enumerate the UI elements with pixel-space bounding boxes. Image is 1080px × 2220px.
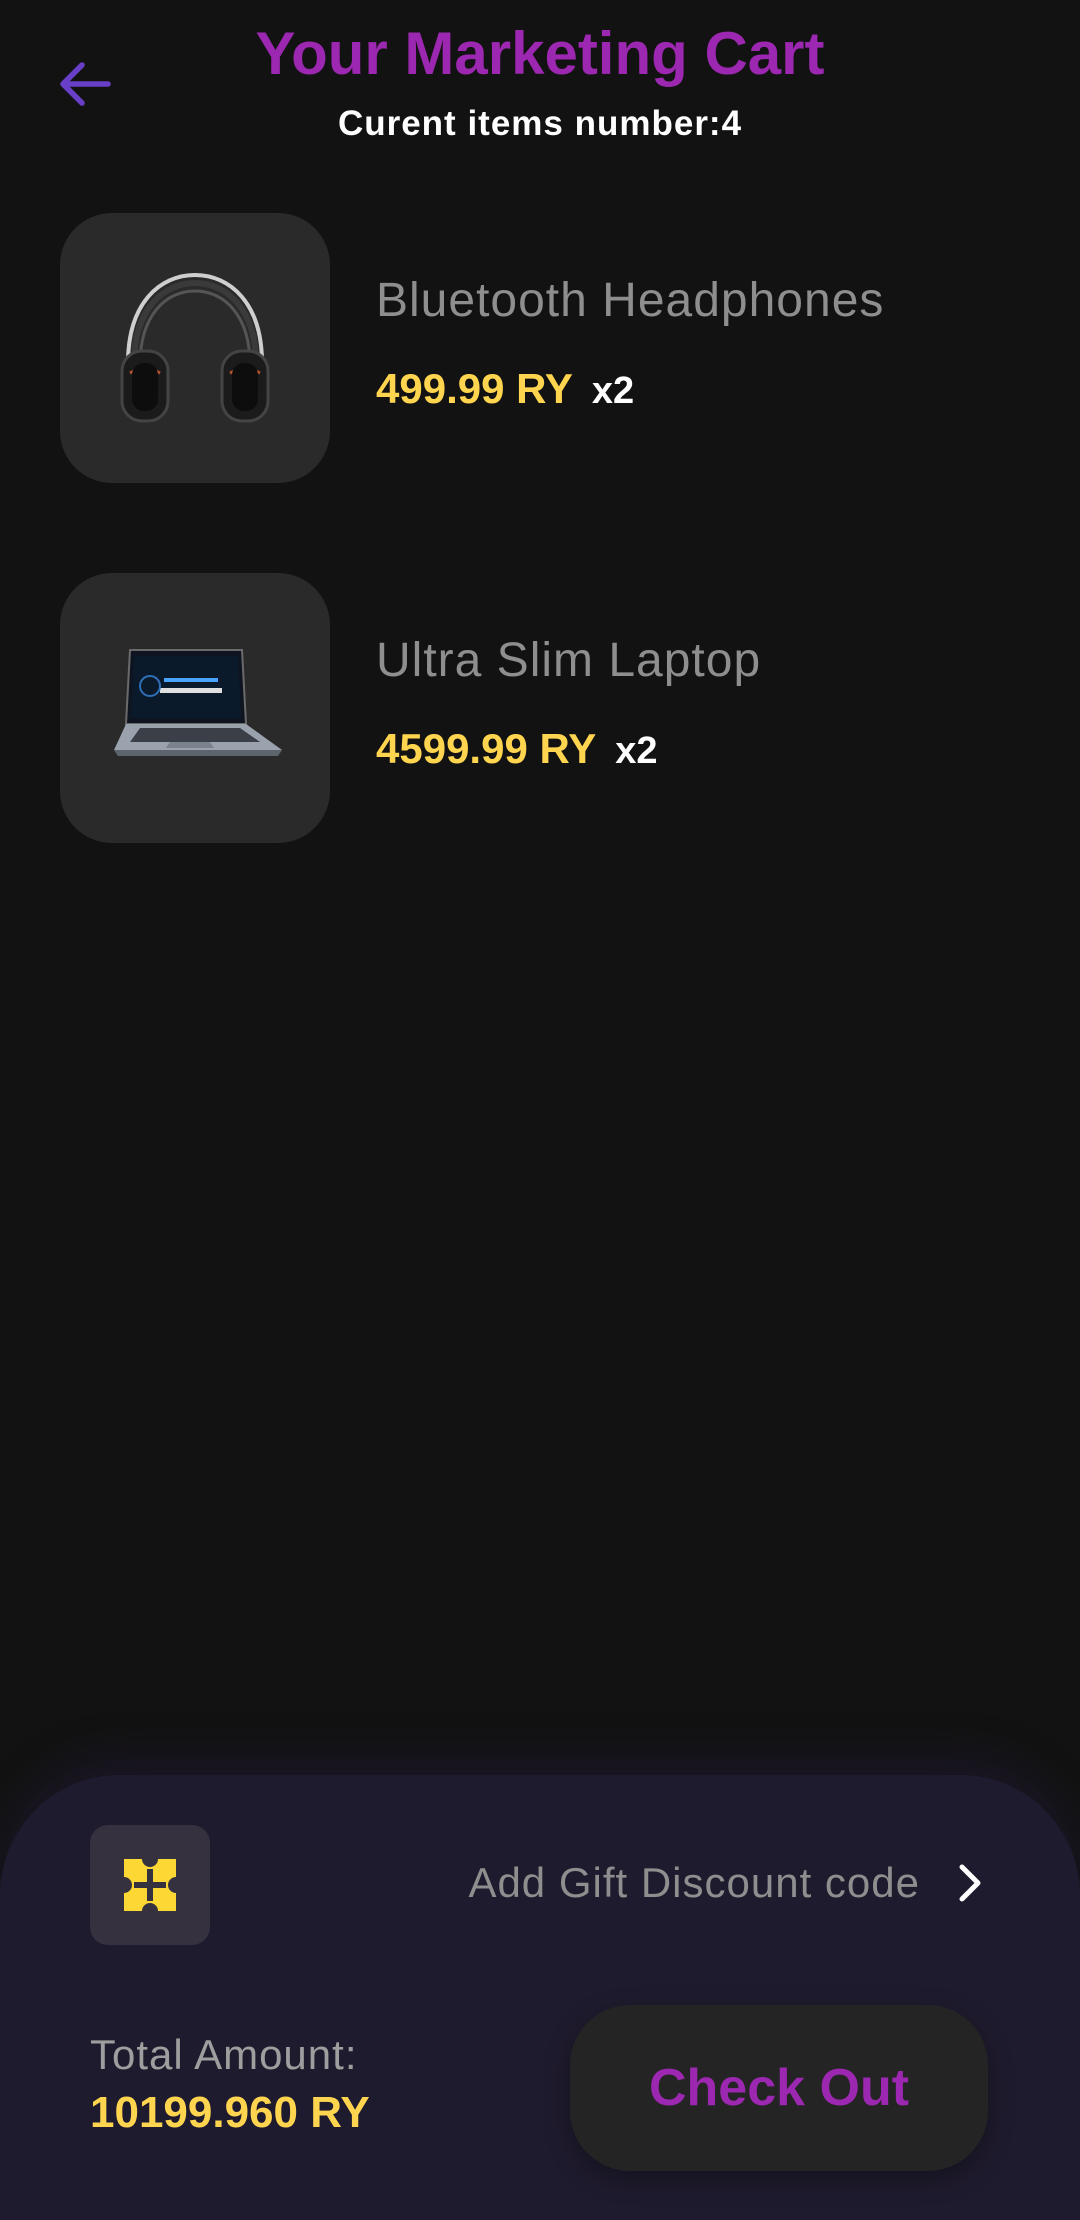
cart-screen: Your Marketing Cart Curent items number:… <box>0 0 1080 2220</box>
product-quantity: x2 <box>615 730 658 772</box>
product-name: Ultra Slim Laptop <box>376 634 762 687</box>
items-count-text: Curent items number:4 <box>337 104 743 143</box>
product-thumbnail <box>60 213 330 483</box>
product-quantity: x2 <box>591 370 635 412</box>
gift-code-label[interactable]: Add Gift Discount code <box>300 1855 920 1911</box>
price-row: 499.99 RY x2 <box>376 363 634 417</box>
cart-item[interactable]: Ultra Slim Laptop 4599.99 RY x2 <box>60 573 1020 843</box>
page-title: Your Marketing Cart <box>255 20 825 87</box>
product-name: Bluetooth Headphones <box>376 274 885 327</box>
price-row: 4599.99 RY x2 <box>376 723 657 777</box>
total-amount-value: 10199.960 RY <box>90 2088 370 2137</box>
checkout-panel: Add Gift Discount code Total Amount: 101… <box>0 1775 1080 2220</box>
total-amount-label: Total Amount: <box>90 2031 358 2078</box>
laptop-image <box>114 649 282 756</box>
product-thumbnail <box>60 573 330 843</box>
headphones-image <box>120 272 270 423</box>
gift-code-button[interactable] <box>90 1825 210 1945</box>
checkout-button[interactable]: Check Out <box>570 2005 988 2171</box>
cart-item[interactable]: Bluetooth Headphones 499.99 RY x2 <box>60 213 1020 483</box>
chevron-right-icon[interactable] <box>950 1861 990 1905</box>
gift-ticket-icon <box>124 1859 176 1911</box>
product-price: 4599.99 RY <box>376 725 596 772</box>
product-price: 499.99 RY <box>376 365 573 412</box>
